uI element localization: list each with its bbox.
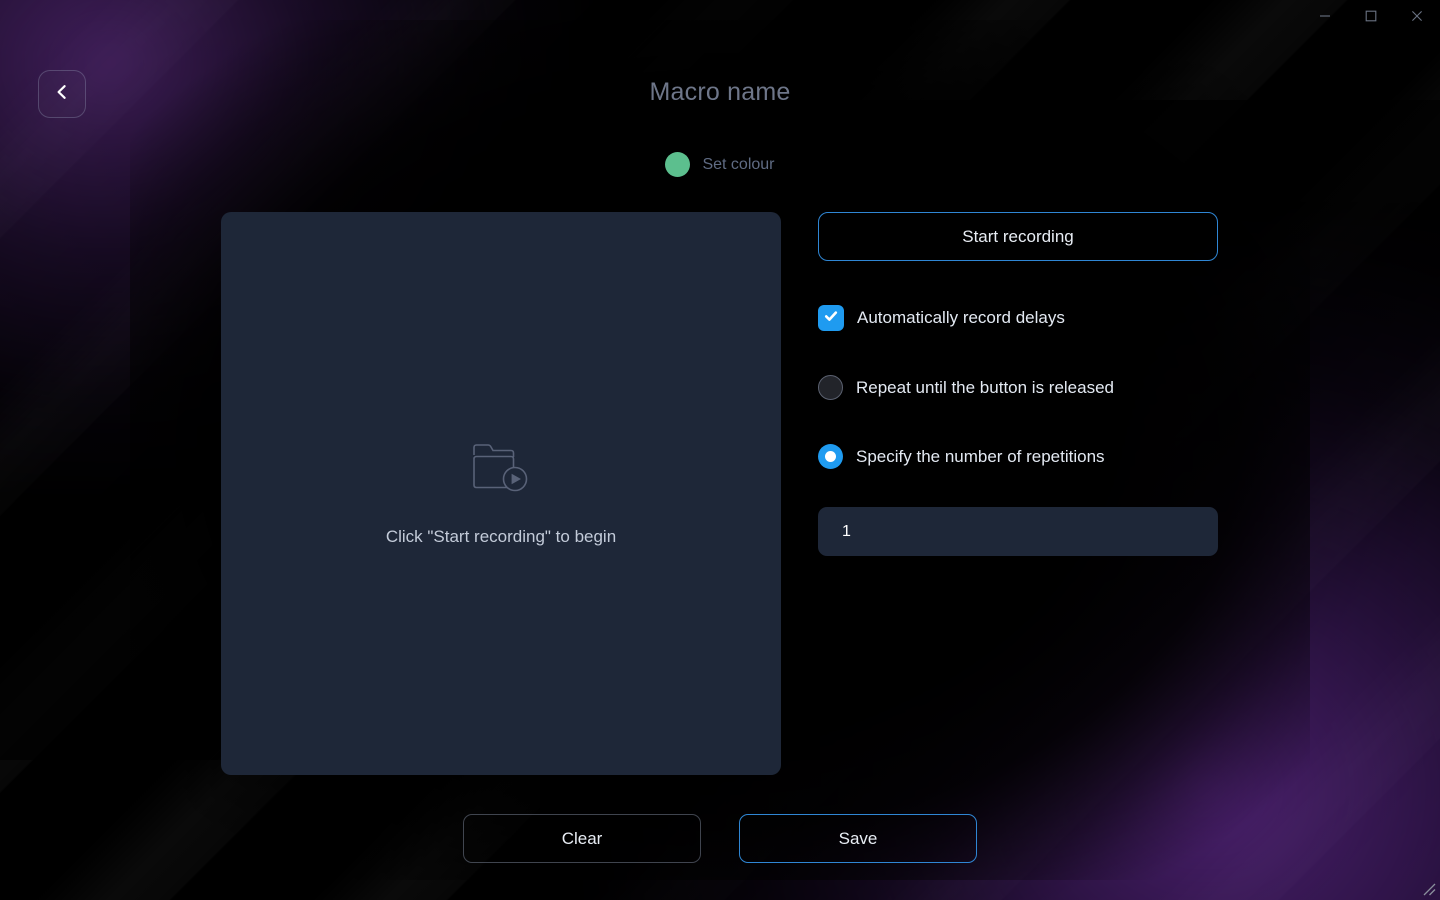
maximize-icon bbox=[1365, 10, 1377, 22]
auto-record-delays-row[interactable]: Automatically record delays bbox=[818, 305, 1218, 331]
set-colour-label[interactable]: Set colour bbox=[702, 156, 774, 174]
chevron-left-icon bbox=[52, 82, 72, 107]
macro-steps-panel[interactable]: Click "Start recording" to begin bbox=[221, 212, 781, 775]
empty-state-text: Click "Start recording" to begin bbox=[385, 526, 617, 546]
window-close-button[interactable] bbox=[1394, 0, 1440, 32]
save-button[interactable]: Save bbox=[739, 814, 977, 863]
colour-swatch-icon[interactable] bbox=[665, 152, 691, 177]
check-icon bbox=[823, 308, 839, 329]
close-icon bbox=[1411, 10, 1423, 22]
clear-button[interactable]: Clear bbox=[463, 814, 701, 863]
repeat-until-released-label: Repeat until the button is released bbox=[856, 377, 1115, 397]
recording-controls: Start recording Automatically record del… bbox=[818, 212, 1218, 556]
repeat-until-released-radio[interactable] bbox=[818, 375, 843, 400]
auto-record-delays-label: Automatically record delays bbox=[857, 308, 1065, 327]
minimize-icon bbox=[1319, 10, 1331, 22]
specify-repetitions-radio[interactable] bbox=[818, 444, 843, 469]
repetitions-input[interactable] bbox=[818, 507, 1218, 556]
set-colour-row[interactable]: Set colour bbox=[0, 152, 1440, 177]
window-maximize-button[interactable] bbox=[1348, 0, 1394, 32]
page-title: Macro name bbox=[649, 78, 791, 106]
back-button[interactable] bbox=[38, 70, 86, 118]
specify-repetitions-row[interactable]: Specify the number of repetitions bbox=[818, 444, 1218, 469]
app-window: Macro name Set colour Click "Start recor… bbox=[0, 0, 1440, 900]
footer-actions: Clear Save bbox=[0, 814, 1440, 863]
window-minimize-button[interactable] bbox=[1302, 0, 1348, 32]
start-recording-button[interactable]: Start recording bbox=[818, 212, 1218, 261]
titlebar bbox=[0, 0, 1440, 32]
folder-play-icon bbox=[470, 441, 532, 495]
main-content: Click "Start recording" to begin Start r… bbox=[0, 0, 1440, 900]
specify-repetitions-label: Specify the number of repetitions bbox=[856, 446, 1105, 466]
repeat-until-released-row[interactable]: Repeat until the button is released bbox=[818, 375, 1218, 400]
resize-grip-icon[interactable] bbox=[1419, 879, 1437, 897]
auto-record-delays-checkbox[interactable] bbox=[818, 305, 844, 331]
